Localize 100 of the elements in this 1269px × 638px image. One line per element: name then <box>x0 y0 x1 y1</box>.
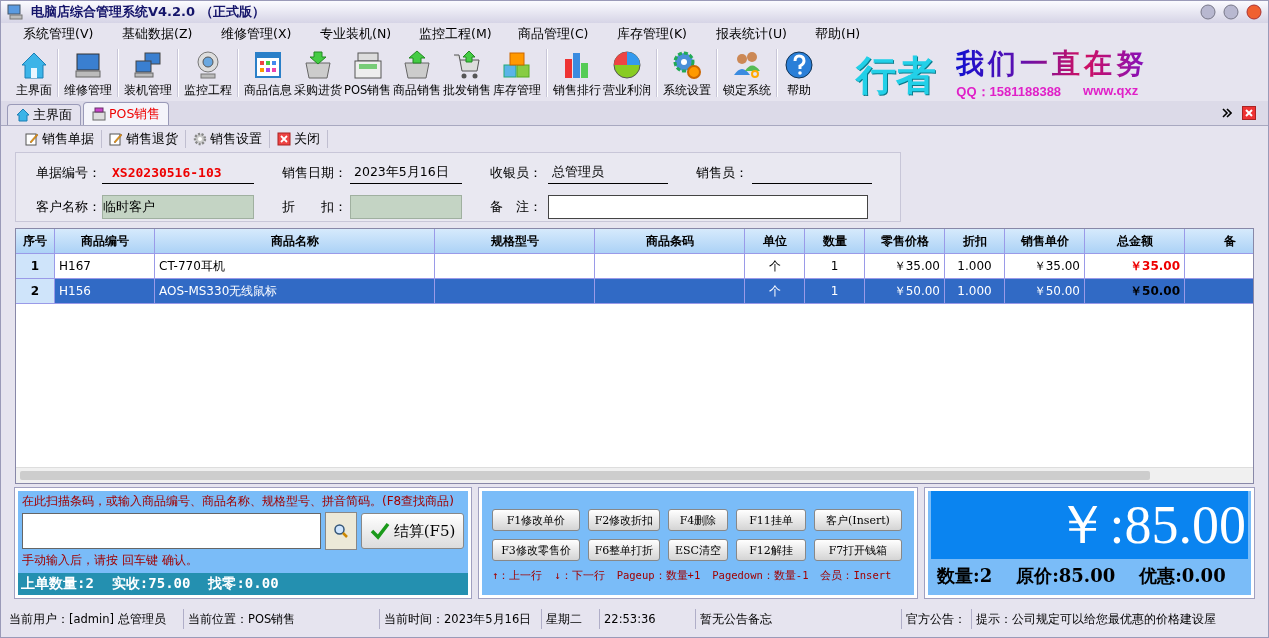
shortcut-button[interactable]: F12解挂 <box>736 539 806 561</box>
search-icon <box>333 523 350 539</box>
edit-icon <box>109 132 123 146</box>
edit-icon <box>25 132 39 146</box>
table-cell: ￥35.00 <box>865 254 945 278</box>
menu-item[interactable]: 监控工程(M) <box>419 25 518 43</box>
toolbar-button[interactable]: 采购进货 <box>293 49 343 101</box>
toolbar-button[interactable]: 主界面 <box>15 49 53 101</box>
column-header[interactable]: 销售单价 <box>1005 229 1085 253</box>
menu-item[interactable]: 基础数据(Z) <box>122 25 221 43</box>
table-cell: 1.000 <box>945 254 1005 278</box>
register-icon <box>92 107 106 121</box>
text-field[interactable]: 总管理员 <box>548 162 668 184</box>
calendar-icon <box>252 49 284 81</box>
maximize-button[interactable] <box>1223 4 1239 20</box>
column-header[interactable]: 折扣 <box>945 229 1005 253</box>
table-cell: 个 <box>745 279 805 303</box>
qq-text: QQ：1581188388 <box>956 83 1062 101</box>
toolbar-button[interactable]: 锁定系统 <box>722 49 773 101</box>
shortcut-button[interactable]: F11挂单 <box>736 509 806 531</box>
shortcut-button[interactable]: F6整单打折 <box>588 539 660 561</box>
column-header[interactable]: 规格型号 <box>435 229 595 253</box>
menu-item[interactable]: 库存管理(K) <box>617 25 716 43</box>
menu-item[interactable]: 商品管理(C) <box>518 25 617 43</box>
table-cell: ￥35.00 <box>1085 254 1185 278</box>
gear-icon <box>671 49 704 81</box>
shortcut-button[interactable]: F7打开钱箱 <box>814 539 902 561</box>
action-button[interactable]: 关闭 <box>273 130 324 148</box>
text-field[interactable]: XS20230516-103 <box>102 162 254 184</box>
action-button[interactable]: 销售设置 <box>189 130 266 148</box>
summary-text: 上单数量:2 <box>21 575 94 593</box>
toolbar-button[interactable]: 批发销售 <box>442 49 493 101</box>
toolbar-button[interactable]: 系统设置 <box>662 49 713 101</box>
close-icon <box>277 132 291 146</box>
minimize-button[interactable] <box>1200 4 1216 20</box>
menu-item[interactable]: 专业装机(N) <box>320 25 419 43</box>
table-cell: AOS-MS330无线鼠标 <box>155 279 435 303</box>
tip-text: 手动输入后，请按 回车键 确认。 <box>22 552 199 569</box>
toolbar-button[interactable]: 维修管理 <box>63 49 113 101</box>
column-header[interactable]: 零售价格 <box>865 229 945 253</box>
table-cell: 2 <box>16 279 55 303</box>
search-button[interactable] <box>325 512 358 550</box>
column-header[interactable]: 单位 <box>745 229 805 253</box>
toolbar-button[interactable]: 销售排行 <box>552 49 603 101</box>
field-label: 备 注： <box>490 198 543 216</box>
barcode-input[interactable] <box>22 513 322 549</box>
gear-icon <box>193 132 207 146</box>
table-row[interactable]: 2 H156 AOS-MS330无线鼠标 个 1 ￥50.00 1.000 ￥50.00 ￥50.00 <box>16 279 1253 304</box>
shortcut-button[interactable]: F4删除 <box>668 509 728 531</box>
toolbar-button[interactable]: 库存管理 <box>492 49 543 101</box>
key-hint: Pageup：数量+1 <box>616 569 701 583</box>
close-icon[interactable] <box>1242 106 1256 120</box>
column-header[interactable]: 备 <box>1185 229 1253 253</box>
text-field[interactable] <box>350 195 462 219</box>
menu-item[interactable]: 报表统计(U) <box>716 25 815 43</box>
close-button[interactable] <box>1246 4 1262 20</box>
menu-item[interactable]: 维修管理(X) <box>221 25 320 43</box>
key-hint: ↑：上一行 <box>492 569 543 583</box>
action-button[interactable]: 销售退货 <box>105 130 182 148</box>
status-text: 官方公告： <box>906 611 966 627</box>
table-cell: 个 <box>745 254 805 278</box>
shortcut-button[interactable]: ESC清空 <box>668 539 728 561</box>
shortcut-button[interactable]: 客户(Insert) <box>814 509 902 531</box>
shortcut-button[interactable]: F1修改单价 <box>492 509 580 531</box>
settle-button[interactable]: 结算(F5) <box>361 513 464 549</box>
field-label: 收银员： <box>490 164 543 182</box>
field-label: 销售员： <box>696 164 749 182</box>
table-cell: ￥50.00 <box>1085 279 1185 303</box>
toolbar-button[interactable]: 装机管理 <box>123 49 173 101</box>
chevron-icon[interactable] <box>1222 108 1232 118</box>
tab[interactable]: 主界面 <box>7 104 81 125</box>
shortcut-button[interactable]: F3修改零售价 <box>492 539 580 561</box>
column-header[interactable]: 序号 <box>16 229 55 253</box>
toolbar-button[interactable]: 商品信息 <box>243 49 293 101</box>
shortcut-button[interactable]: F2修改折扣 <box>588 509 660 531</box>
text-field[interactable]: 2023年5月16日 <box>350 162 462 184</box>
basket-down-icon <box>302 49 334 81</box>
text-field[interactable]: 临时客户 <box>102 195 254 219</box>
column-header[interactable]: 商品名称 <box>155 229 435 253</box>
action-button[interactable]: 销售单据 <box>21 130 98 148</box>
toolbar-button[interactable]: 监控工程 <box>183 49 233 101</box>
help-icon <box>783 49 816 81</box>
toolbar-button[interactable]: 商品销售 <box>392 49 443 101</box>
column-header[interactable]: 商品条码 <box>595 229 745 253</box>
column-header[interactable]: 数量 <box>805 229 865 253</box>
tab[interactable]: POS销售 <box>83 102 170 125</box>
cash-register-icon <box>351 49 384 81</box>
column-header[interactable]: 商品编号 <box>55 229 155 253</box>
total-amount: ￥:85.00 <box>931 491 1248 559</box>
menu-item[interactable]: 帮助(H) <box>815 25 914 43</box>
column-header[interactable]: 总金额 <box>1085 229 1185 253</box>
table-cell: 1 <box>805 254 865 278</box>
toolbar-button[interactable]: POS销售 <box>343 49 393 101</box>
toolbar-button[interactable]: 营业利润 <box>602 49 653 101</box>
menu-item[interactable]: 系统管理(V) <box>23 25 122 43</box>
home-icon <box>16 108 30 122</box>
toolbar-button[interactable]: 帮助 <box>782 49 817 101</box>
table-cell: ￥35.00 <box>1005 254 1085 278</box>
input-field[interactable] <box>548 195 868 219</box>
horizontal-scrollbar[interactable] <box>16 467 1253 483</box>
